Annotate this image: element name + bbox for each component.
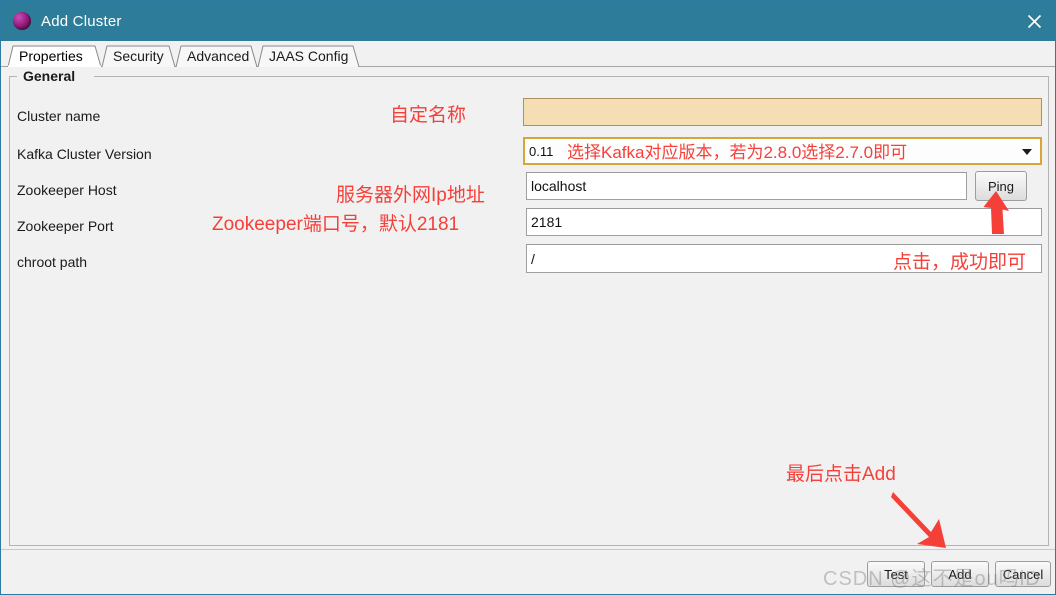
annotation-kafka-version: 选择Kafka对应版本，若为2.8.0选择2.7.0即可 xyxy=(567,143,908,162)
tab-advanced[interactable]: Advanced xyxy=(175,45,259,67)
kafka-cluster-version-value: 0.11 xyxy=(529,143,554,159)
test-button-label: Test xyxy=(884,566,908,582)
general-group-title: General xyxy=(19,68,80,84)
cluster-name-input[interactable] xyxy=(523,98,1042,126)
close-icon[interactable] xyxy=(1011,1,1055,41)
annotation-click-add: 最后点击Add xyxy=(786,464,896,485)
arrow-to-ping-button xyxy=(983,191,1009,234)
add-button-label: Add xyxy=(948,566,972,582)
annotation-zookeeper-port: Zookeeper端口号，默认2181 xyxy=(212,214,460,235)
label-cluster-name: Cluster name xyxy=(17,108,101,124)
tab-properties[interactable]: Properties xyxy=(7,45,103,67)
tab-jaas-config[interactable]: JAAS Config xyxy=(257,45,361,67)
tab-label: JAAS Config xyxy=(269,48,349,64)
arrow-to-add-button xyxy=(891,492,946,548)
window-titlebar: Add Cluster xyxy=(1,1,1055,41)
groupbox-border-right xyxy=(94,76,1049,77)
properties-panel: General Cluster name Kafka Cluster Versi… xyxy=(1,67,1055,549)
label-kafka-version: Kafka Cluster Version xyxy=(17,146,152,162)
annotation-zookeeper-host: 服务器外网Ip地址 xyxy=(336,185,485,206)
tab-label: Advanced xyxy=(187,48,250,64)
tab-security[interactable]: Security xyxy=(101,45,177,67)
add-button[interactable]: Add xyxy=(931,561,989,587)
groupbox-border-left xyxy=(9,76,17,77)
add-cluster-dialog: Add Cluster Properties Security Advanced… xyxy=(0,0,1056,595)
label-chroot-path: chroot path xyxy=(17,254,88,270)
annotation-ping-click: 点击，成功即可 xyxy=(893,252,1027,273)
zookeeper-port-input[interactable] xyxy=(526,208,1042,236)
tab-label: Security xyxy=(113,48,164,64)
label-zookeeper-port: Zookeeper Port xyxy=(17,218,114,234)
tab-bar: Properties Security Advanced JAAS Config xyxy=(1,41,1055,67)
zookeeper-host-input[interactable] xyxy=(526,172,967,200)
cancel-button[interactable]: Cancel xyxy=(995,561,1051,587)
chevron-down-icon xyxy=(1022,149,1032,155)
sphere-icon xyxy=(13,12,31,30)
annotation-cluster-name: 自定名称 xyxy=(390,105,467,126)
tab-label: Properties xyxy=(19,48,83,64)
label-zookeeper-host: Zookeeper Host xyxy=(17,182,117,198)
window-title: Add Cluster xyxy=(41,12,122,30)
test-button[interactable]: Test xyxy=(867,561,925,587)
cancel-button-label: Cancel xyxy=(1002,566,1044,582)
